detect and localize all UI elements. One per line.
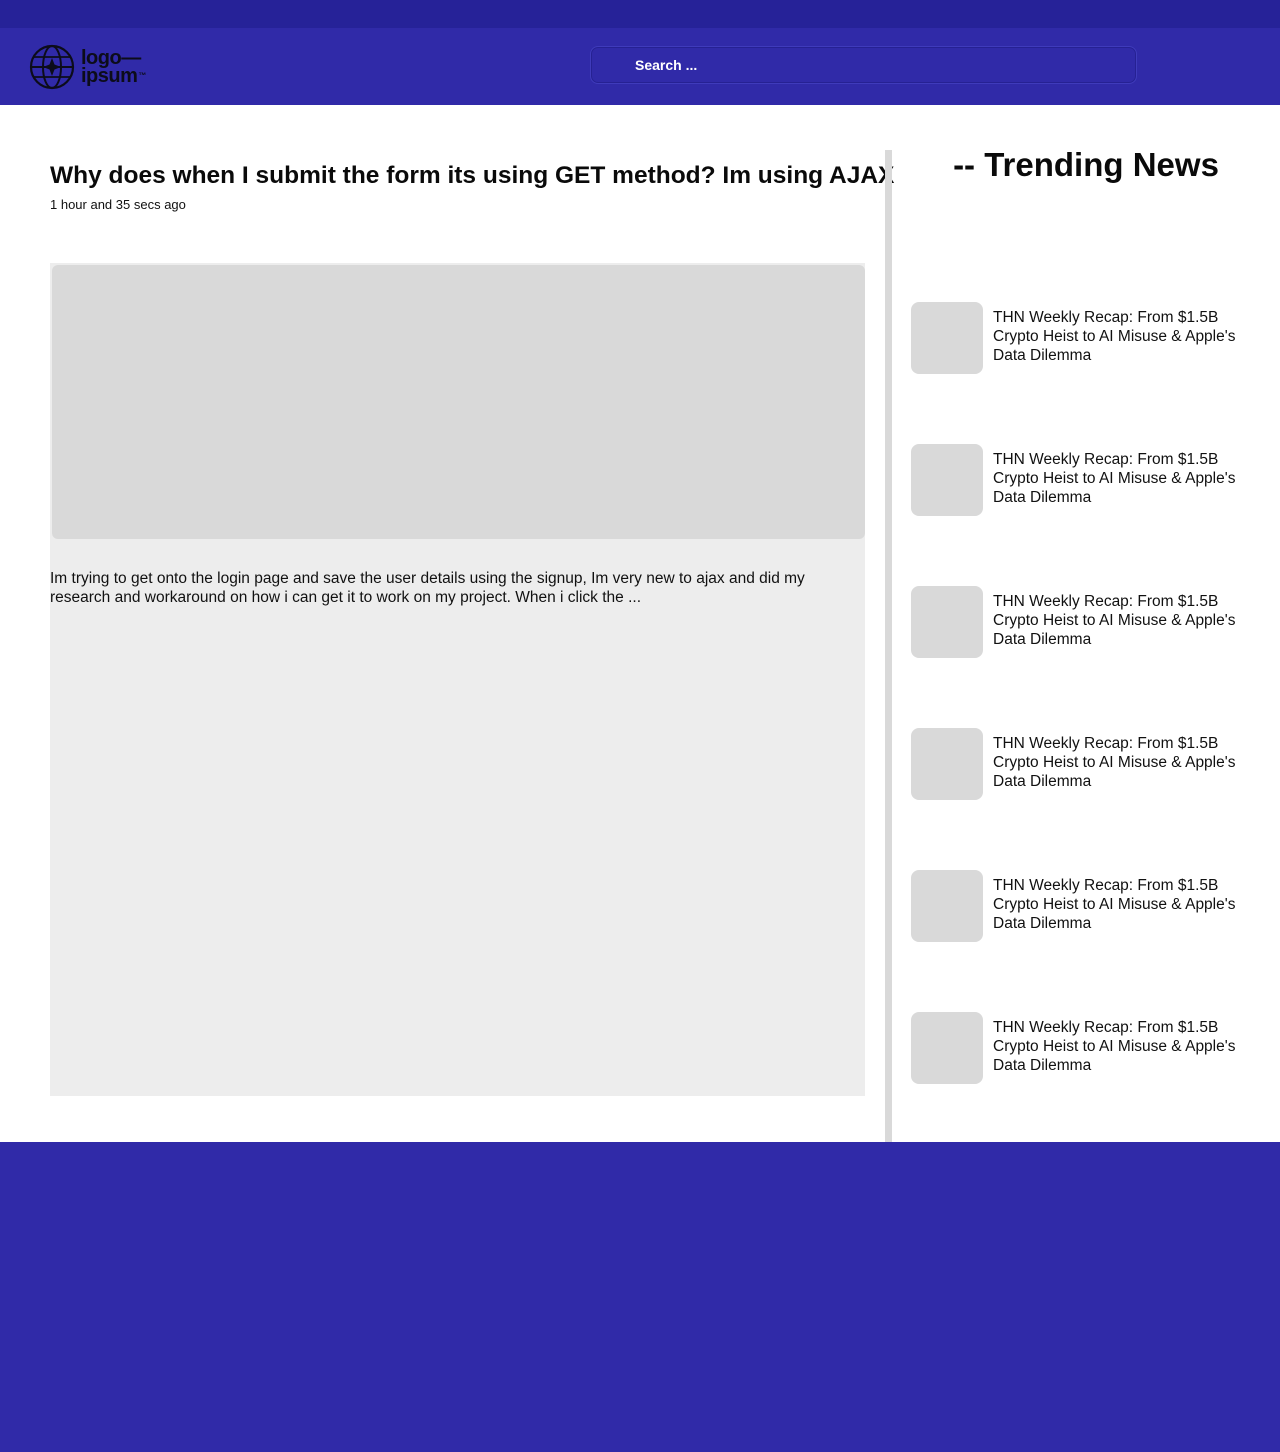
- vertical-divider: [885, 150, 892, 1142]
- site-logo[interactable]: logo— ipsum™: [29, 44, 146, 90]
- trending-item-title[interactable]: THN Weekly Recap: From $1.5B Crypto Heis…: [993, 308, 1243, 365]
- trending-item-title[interactable]: THN Weekly Recap: From $1.5B Crypto Heis…: [993, 450, 1243, 507]
- trending-thumbnail: [911, 728, 983, 800]
- globe-star-icon: [29, 44, 75, 90]
- article-image-placeholder: [52, 265, 865, 539]
- search-box[interactable]: [590, 46, 1137, 84]
- trending-item-title[interactable]: THN Weekly Recap: From $1.5B Crypto Heis…: [993, 876, 1243, 933]
- trending-item-title[interactable]: THN Weekly Recap: From $1.5B Crypto Heis…: [993, 734, 1243, 791]
- trending-thumbnail: [911, 586, 983, 658]
- logo-line-2: ipsum: [81, 65, 138, 87]
- trending-list: THN Weekly Recap: From $1.5B Crypto Heis…: [911, 302, 1251, 1154]
- trademark-icon: ™: [138, 71, 146, 80]
- trending-item-title[interactable]: THN Weekly Recap: From $1.5B Crypto Heis…: [993, 592, 1243, 649]
- trending-item-title[interactable]: THN Weekly Recap: From $1.5B Crypto Heis…: [993, 1018, 1243, 1075]
- top-bar: [0, 0, 1280, 28]
- article-timestamp: 1 hour and 35 secs ago: [50, 197, 186, 212]
- article-card[interactable]: Im trying to get onto the login page and…: [50, 263, 865, 1096]
- trending-thumbnail: [911, 302, 983, 374]
- article-excerpt: Im trying to get onto the login page and…: [50, 570, 805, 606]
- trending-item[interactable]: THN Weekly Recap: From $1.5B Crypto Heis…: [911, 586, 1251, 658]
- search-input[interactable]: [635, 47, 1115, 83]
- trending-item[interactable]: THN Weekly Recap: From $1.5B Crypto Heis…: [911, 444, 1251, 516]
- trending-item[interactable]: THN Weekly Recap: From $1.5B Crypto Heis…: [911, 302, 1251, 374]
- trending-news-heading: -- Trending News: [953, 146, 1219, 183]
- trending-item[interactable]: THN Weekly Recap: From $1.5B Crypto Heis…: [911, 1012, 1251, 1084]
- article-title[interactable]: Why does when I submit the form its usin…: [50, 160, 894, 192]
- site-header: logo— ipsum™: [0, 28, 1280, 105]
- logo-wordmark: logo— ipsum™: [81, 48, 146, 87]
- trending-thumbnail: [911, 870, 983, 942]
- trending-item[interactable]: THN Weekly Recap: From $1.5B Crypto Heis…: [911, 728, 1251, 800]
- trending-thumbnail: [911, 444, 983, 516]
- trending-item[interactable]: THN Weekly Recap: From $1.5B Crypto Heis…: [911, 870, 1251, 942]
- site-footer: [0, 1142, 1280, 1452]
- trending-thumbnail: [911, 1012, 983, 1084]
